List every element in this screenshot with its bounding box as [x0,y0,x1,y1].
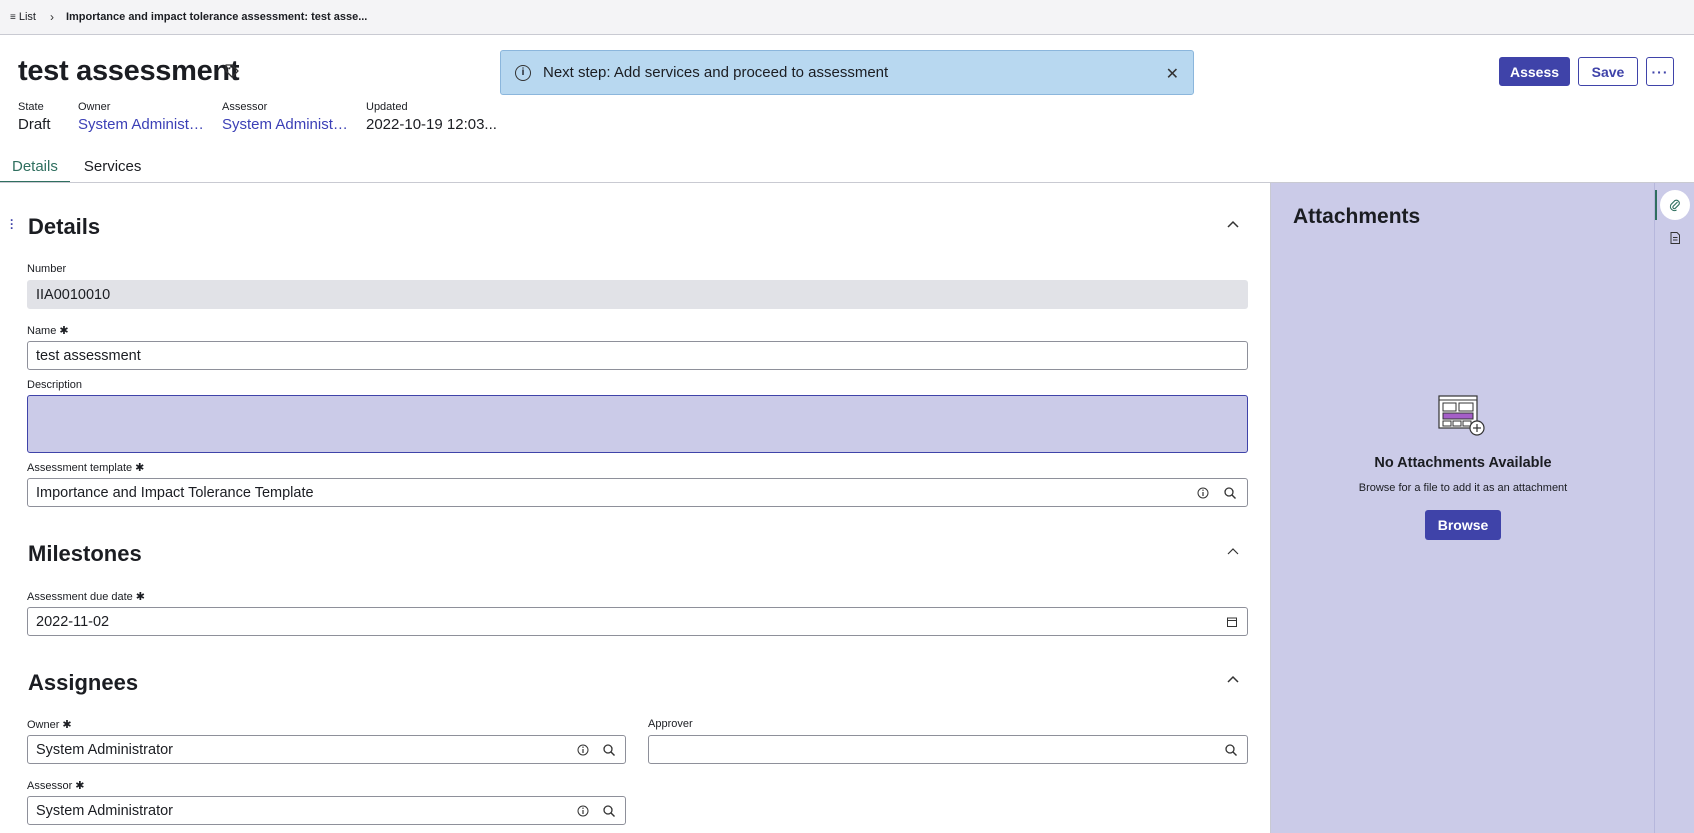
search-icon[interactable] [1224,743,1238,757]
browse-button[interactable]: Browse [1425,510,1501,540]
name-value: test assessment [36,347,141,364]
rail-active-indicator [1655,190,1657,220]
breadcrumb-bar: ≡ List › Importance and impact tolerance… [0,0,1694,35]
due-date-label: Assessment due date ✱ [27,590,145,603]
calendar-icon[interactable] [1225,615,1239,629]
section-title-details: Details [28,214,101,239]
number-field: IIA0010010 [27,280,1248,309]
meta-updated-label: Updated [366,101,408,113]
name-label: Name ✱ [27,324,69,337]
meta-owner-label: Owner [78,101,111,113]
info-icon[interactable] [576,804,590,818]
assessor-label: Assessor ✱ [27,779,84,792]
breadcrumb-current: Importance and impact tolerance assessme… [65,11,368,23]
meta-updated-value: 2022-10-19 12:03... [366,116,497,133]
info-icon: i [515,64,531,81]
owner-label: Owner ✱ [27,718,72,731]
no-attachments-hint: Browse for a file to add it as an attach… [1358,482,1568,494]
description-textarea[interactable] [27,395,1248,453]
template-value: Importance and Impact Tolerance Template [36,484,314,501]
meta-state-value: Draft [18,116,51,133]
info-icon[interactable] [1196,486,1210,500]
required-mark: ✱ [75,780,85,792]
chevron-up-icon[interactable] [1226,218,1240,232]
meta-owner-link[interactable]: System Administra... [78,116,208,133]
document-icon[interactable] [1660,223,1690,253]
meta-assessor-link[interactable]: System Administra... [222,116,352,133]
chevron-up-icon[interactable] [1226,673,1240,687]
due-date-field[interactable]: 2022-11-02 [27,607,1248,636]
section-title-milestones: Milestones [28,541,142,566]
document-icon-glyph [1670,232,1680,244]
attachments-panel: Attachments No Attachments Available Bro… [1270,183,1654,833]
side-rail [1654,183,1694,833]
info-icon[interactable] [576,743,590,757]
paperclip-icon[interactable] [1660,190,1690,220]
attachment-illustration [1438,395,1485,436]
template-label-text: Assessment template [27,462,133,474]
due-date-label-text: Assessment due date [27,591,133,603]
meta-assessor-label: Assessor [222,101,268,113]
number-label: Number [27,263,67,275]
approver-field[interactable] [648,735,1248,764]
template-field[interactable]: Importance and Impact Tolerance Template [27,478,1248,507]
meta-state: State Draft [18,101,51,133]
paperclip-icon-glyph [1669,199,1680,212]
approver-label: Approver [648,718,693,730]
owner-value: System Administrator [36,741,173,758]
template-label: Assessment template ✱ [27,461,144,474]
breadcrumb-list-label: List [18,11,36,23]
more-vertical-icon[interactable]: · · · [10,214,14,234]
owner-field[interactable]: System Administrator [27,735,626,764]
assessor-label-text: Assessor [27,780,73,792]
name-label-text: Name [27,325,57,337]
name-field[interactable]: test assessment [27,341,1248,370]
page-title: test assessment [18,55,240,87]
banner-message: Next step: Add services and proceed to a… [543,64,889,81]
form-area: · · · Details Number IIA0010010 Name ✱ test… [0,183,1270,833]
save-button[interactable]: Save [1578,57,1638,86]
breadcrumb-list-link[interactable]: ≡ List [10,11,36,23]
meta-owner: Owner System Administra... [78,101,208,133]
assessor-value: System Administrator [36,802,173,819]
search-icon[interactable] [1223,486,1237,500]
required-mark: ✱ [135,591,146,603]
close-icon[interactable]: ✕ [1166,64,1179,84]
tab-services[interactable]: Services [72,150,154,183]
required-mark: ✱ [59,325,69,337]
tab-details[interactable]: Details [0,150,70,183]
search-icon[interactable] [602,804,616,818]
next-step-banner: i Next step: Add services and proceed to… [500,50,1194,95]
assess-button[interactable]: Assess [1499,57,1570,86]
list-icon: ≡ [10,11,16,23]
required-mark: ✱ [135,462,145,474]
due-date-value: 2022-11-02 [36,613,110,630]
search-icon[interactable] [602,743,616,757]
chevron-right-icon: › [49,10,54,24]
required-mark: ✱ [62,719,72,731]
attachments-title: Attachments [1293,205,1421,228]
more-icon[interactable]: ··· [1646,57,1674,86]
meta-updated: Updated 2022-10-19 12:03... [366,101,501,133]
tab-bar: Details Services [0,150,153,183]
description-label: Description [27,379,83,391]
number-value: IIA0010010 [36,286,111,303]
meta-assessor: Assessor System Administra... [222,101,352,133]
no-attachments-title: No Attachments Available [1374,455,1552,471]
owner-label-text: Owner [27,719,60,731]
tag-icon[interactable] [224,63,240,79]
chevron-up-icon[interactable] [1226,545,1240,559]
meta-state-label: State [18,101,44,113]
section-title-assignees: Assignees [28,670,139,695]
assessor-field[interactable]: System Administrator [27,796,626,825]
